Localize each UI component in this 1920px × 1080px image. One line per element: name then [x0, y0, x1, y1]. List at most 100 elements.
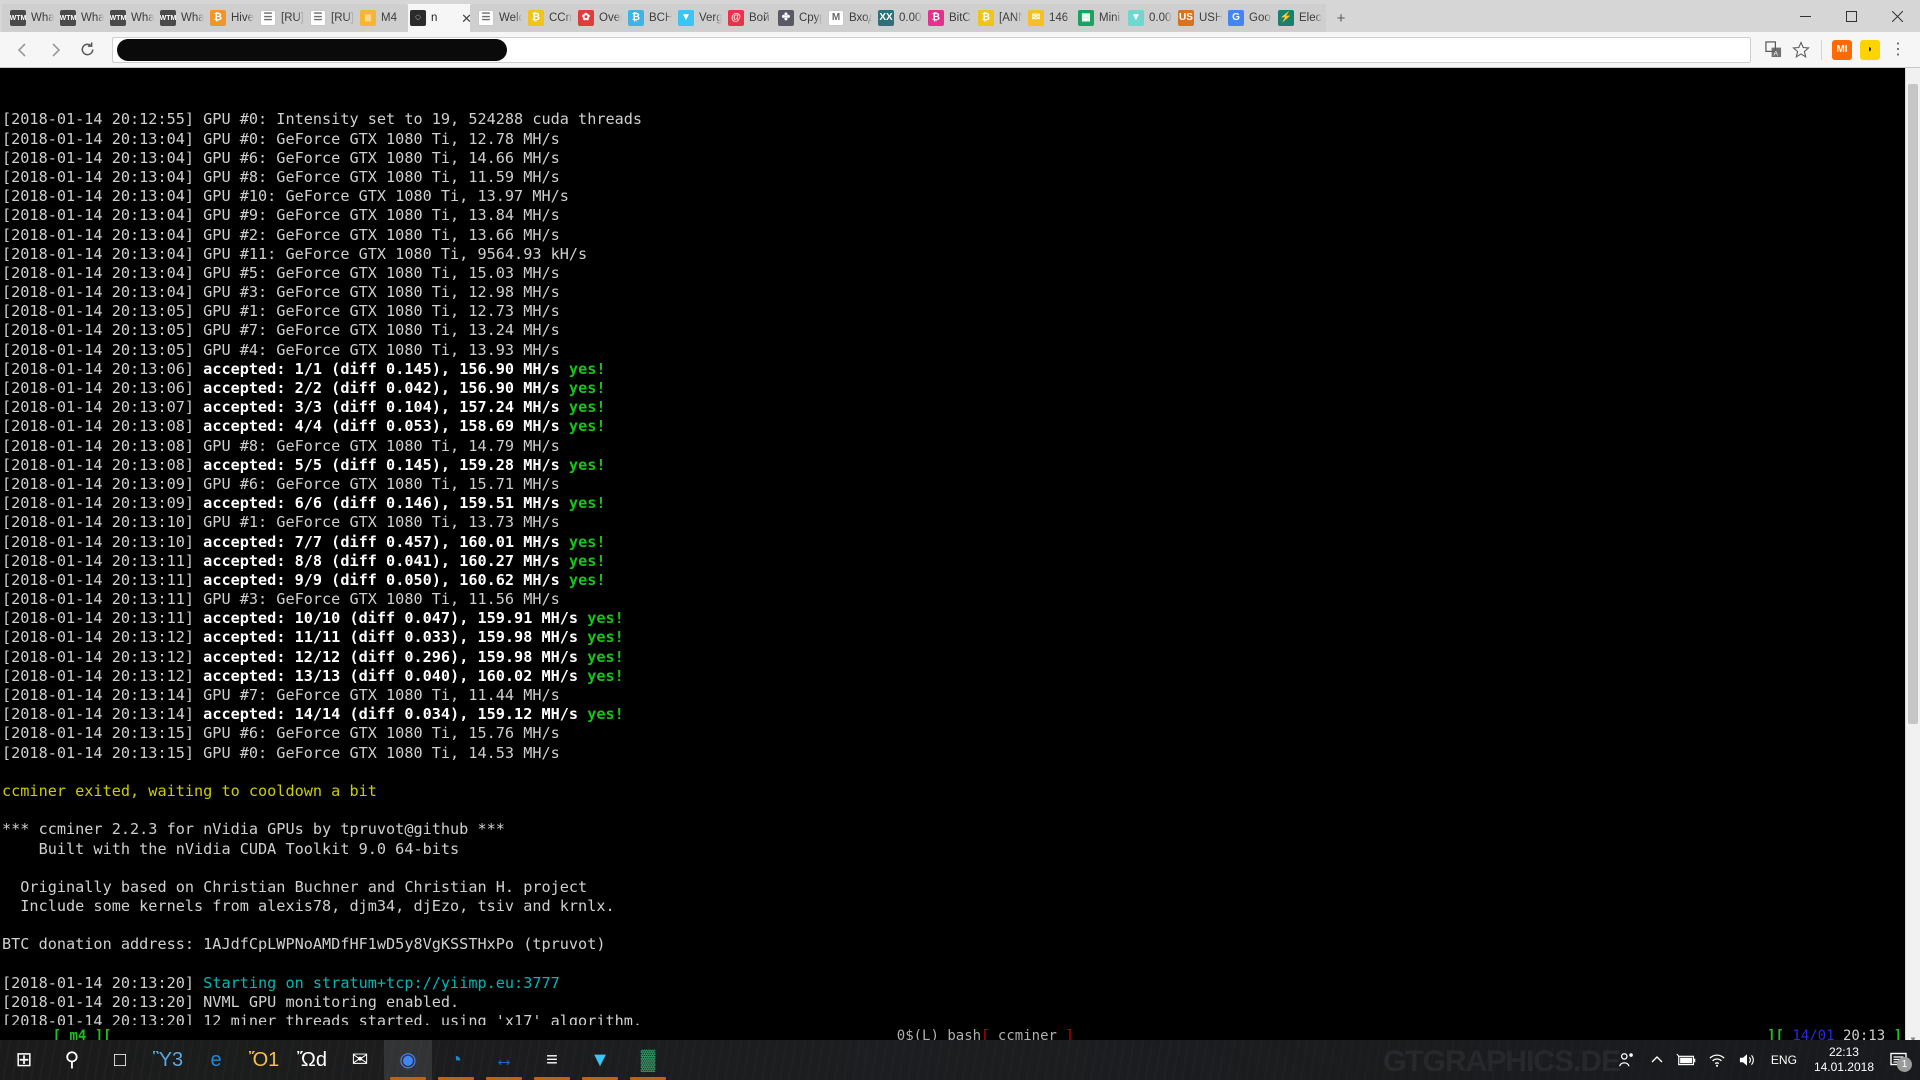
- taskbar-matrix-app-button[interactable]: ▓: [624, 1040, 672, 1080]
- browser-tab[interactable]: @ Вой: [720, 4, 776, 32]
- taskbar-remote-desktop-button[interactable]: Ὓ3: [144, 1040, 192, 1080]
- browser-tab[interactable]: ✿ Over: [570, 4, 626, 32]
- spiral-icon: ◌: [410, 10, 426, 26]
- taskbar-chrome-button[interactable]: ◉: [384, 1040, 432, 1080]
- electrum-icon: ⚡: [1278, 10, 1294, 26]
- browser-tab[interactable]: M Вход: [820, 4, 876, 32]
- close-button[interactable]: [1874, 0, 1920, 32]
- browser-tab[interactable]: XX 0.000: [870, 4, 926, 32]
- browser-tab[interactable]: ☰ [RU]: [302, 4, 358, 32]
- browser-tab[interactable]: WTM Wha: [152, 4, 208, 32]
- taskbar-microsoft-store-button[interactable]: Ὤd: [288, 1040, 336, 1080]
- terminal-line: [2018-01-14 20:13:04] GPU #11: GeForce G…: [2, 245, 1920, 264]
- browser-tab[interactable]: ▼ Verg: [670, 4, 726, 32]
- browser-tab[interactable]: WTM Wha: [52, 4, 108, 32]
- browser-tab[interactable]: ◌ n ✕: [402, 4, 476, 32]
- taskbar-teamviewer-button[interactable]: ↔: [480, 1040, 528, 1080]
- reload-button[interactable]: [72, 35, 102, 65]
- terminal-line: [2018-01-14 20:13:04] GPU #3: GeForce GT…: [2, 283, 1920, 302]
- coin-icon: ₿: [978, 10, 994, 26]
- exchange-icon: XX: [878, 10, 894, 26]
- browser-tab[interactable]: ₿ Hive: [202, 4, 258, 32]
- browser-tab[interactable]: ₿ [ANN: [970, 4, 1026, 32]
- terminal-line: [2018-01-14 20:13:04] GPU #0: GeForce GT…: [2, 130, 1920, 149]
- terminal-line: [2018-01-14 20:12:55] GPU #0: Intensity …: [2, 110, 1920, 129]
- browser-tab[interactable]: ✉ 146: [1020, 4, 1076, 32]
- browser-tab[interactable]: ||| M4: [352, 4, 408, 32]
- taskbar-edge-browser-button[interactable]: e: [192, 1040, 240, 1080]
- taskbar-mail-button[interactable]: ✉: [336, 1040, 384, 1080]
- taskbar-wifi-app-button[interactable]: ◔: [432, 1040, 480, 1080]
- browser-tab[interactable]: ₿ BCH: [620, 4, 676, 32]
- network-status-button[interactable]: [1702, 1040, 1732, 1080]
- minimize-button[interactable]: [1782, 0, 1828, 32]
- scrollbar-thumb[interactable]: [1908, 84, 1918, 724]
- terminal-timestamp: [2018-01-14 20:13:08]: [2, 417, 204, 436]
- terminal-yes-marker: yes!: [587, 628, 624, 647]
- tab-title: Wha: [131, 12, 154, 24]
- extension-two-button[interactable]: ◗: [1856, 36, 1884, 64]
- terminal-line: [2018-01-14 20:13:04] GPU #2: GeForce GT…: [2, 226, 1920, 245]
- whattomine-icon: WTM: [110, 10, 126, 26]
- taskbar-search-button[interactable]: ⚲: [48, 1040, 96, 1080]
- page-scrollbar[interactable]: ▲ ▼: [1905, 68, 1920, 1047]
- volume-button[interactable]: [1732, 1040, 1762, 1080]
- terminal-line: [2018-01-14 20:13:06] accepted: 2/2 (dif…: [2, 379, 1920, 398]
- taskbar-clock[interactable]: 22:13 14.01.2018: [1806, 1045, 1882, 1075]
- browser-tab[interactable]: ⚡ Elec: [1270, 4, 1326, 32]
- taskbar-verge-wallet-button[interactable]: ▼: [576, 1040, 624, 1080]
- browser-tab[interactable]: ✤ Срур: [770, 4, 826, 32]
- translate-button[interactable]: A: [1759, 36, 1787, 64]
- search-icon: ⚲: [64, 1049, 80, 1071]
- browser-tab[interactable]: ₿ BitC: [920, 4, 976, 32]
- taskbar-calculator-button[interactable]: ≡: [528, 1040, 576, 1080]
- tab-title: Wha: [81, 12, 104, 24]
- forward-button[interactable]: [40, 35, 70, 65]
- terminal-line: *** ccminer 2.2.3 for nVidia GPUs by tpr…: [2, 820, 1920, 839]
- terminal-accepted-share: accepted: 3/3 (diff 0.104), 157.24 MH/s: [203, 398, 569, 417]
- svg-text:A: A: [1773, 51, 1778, 58]
- browser-tab[interactable]: ▦ Mini: [1070, 4, 1126, 32]
- people-icon[interactable]: [1612, 1040, 1642, 1080]
- browser-tab[interactable]: US USH: [1170, 4, 1226, 32]
- browser-tab[interactable]: G Goo: [1220, 4, 1276, 32]
- extension-mi-button[interactable]: MI: [1828, 36, 1856, 64]
- action-center-button[interactable]: 1: [1882, 1040, 1916, 1080]
- browser-tab[interactable]: ☰ [RU]: [252, 4, 308, 32]
- chrome-menu-button[interactable]: ⋮: [1884, 36, 1912, 64]
- terminal-timestamp: [2018-01-14 20:13:09]: [2, 494, 204, 513]
- mail-ru-icon: @: [728, 10, 744, 26]
- browser-tab[interactable]: ▼ 0.000: [1120, 4, 1176, 32]
- translate-icon: A: [1764, 41, 1781, 58]
- browser-tab-strip[interactable]: WTM Wha WTM Wha WTM Wha WTM Wha ₿ Hive ☰ [RU] ☰ [RU] |…: [0, 0, 1920, 32]
- taskbar-file-explorer-button[interactable]: Ὄ1: [240, 1040, 288, 1080]
- tab-title: Elec: [1299, 12, 1322, 24]
- image-watermark: GTGRAPHICS.DE: [1382, 1045, 1621, 1078]
- browser-tab[interactable]: ₿ CCm: [520, 4, 576, 32]
- maximize-button[interactable]: [1828, 0, 1874, 32]
- back-button[interactable]: [8, 35, 38, 65]
- terminal-timestamp: [2018-01-14 20:13:11]: [2, 609, 204, 628]
- bookmark-star-button[interactable]: [1787, 36, 1815, 64]
- address-bar[interactable]: [112, 36, 1751, 63]
- battery-status-button[interactable]: [1672, 1040, 1702, 1080]
- terminal-output[interactable]: [2018-01-14 20:12:55] GPU #0: Intensity …: [0, 68, 1920, 1047]
- yellow-extension-icon: ◗: [1860, 39, 1880, 60]
- taskbar-task-view-button[interactable]: □: [96, 1040, 144, 1080]
- taskbar-start-button-button[interactable]: ⊞: [0, 1040, 48, 1080]
- terminal-line: [2018-01-14 20:13:08] accepted: 4/4 (dif…: [2, 417, 1920, 436]
- new-tab-button[interactable]: +: [1328, 9, 1354, 29]
- terminal-line: [2018-01-14 20:13:12] accepted: 12/12 (d…: [2, 648, 1920, 667]
- browser-tab[interactable]: WTM Wha: [102, 4, 158, 32]
- chevron-up-icon: [1651, 1056, 1663, 1063]
- terminal-yes-marker: yes!: [587, 609, 624, 628]
- browser-tab[interactable]: WTM Wha: [2, 4, 58, 32]
- language-indicator[interactable]: ENG: [1762, 1040, 1806, 1080]
- terminal-yes-marker: yes!: [568, 417, 606, 436]
- show-hidden-icons-button[interactable]: [1642, 1040, 1672, 1080]
- browser-tab[interactable]: ☰ Welc: [470, 4, 526, 32]
- tab-title: [RU]: [281, 12, 304, 24]
- forward-arrow-icon: [52, 42, 61, 57]
